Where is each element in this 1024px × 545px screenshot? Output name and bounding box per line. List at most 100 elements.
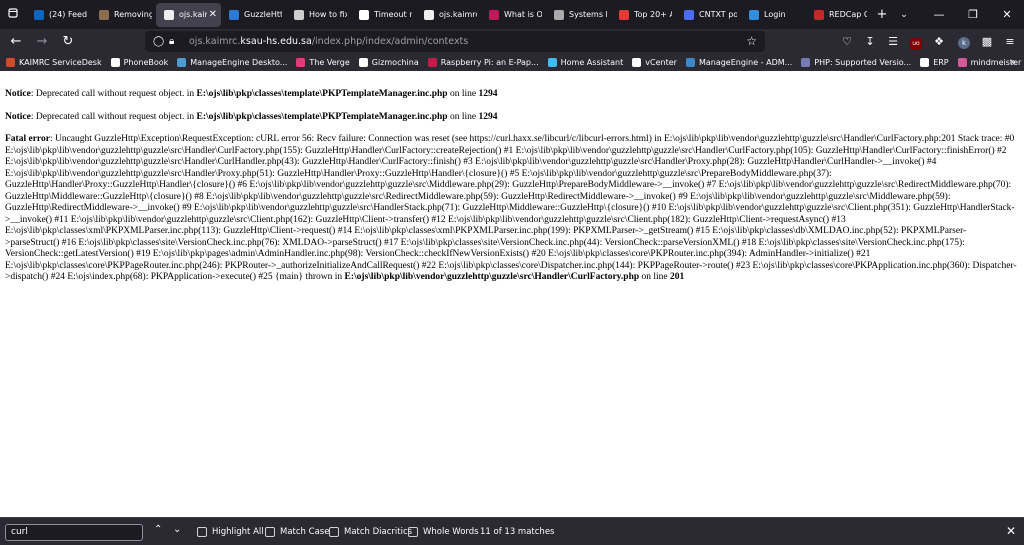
bookmark-favicon-icon xyxy=(547,58,557,67)
tab-label: (24) Feed | xyxy=(49,10,87,19)
forward-icon[interactable]: → xyxy=(29,34,55,49)
bookmark-favicon-icon xyxy=(296,58,306,67)
tab-label: Systems In xyxy=(569,10,607,19)
bookmark-item[interactable]: ERP xyxy=(920,58,949,67)
bookmark-item[interactable]: PHP: Supported Versio... xyxy=(801,58,911,67)
match-count: 11 of 13 matches xyxy=(480,527,555,537)
bookmark-item[interactable]: vCenter xyxy=(632,58,677,67)
bookmark-label: PhoneBook xyxy=(123,58,169,67)
bookmark-favicon-icon xyxy=(427,58,437,67)
extensions-puzzle-icon[interactable]: ▩ xyxy=(978,33,996,51)
ublock-icon[interactable]: uo xyxy=(907,33,925,51)
tab[interactable]: (24) Feed | xyxy=(26,0,91,29)
bookmark-item[interactable]: PhoneBook xyxy=(110,58,169,67)
navigation-toolbar: ← → ↻ ◯ 🔒︎ ojs.kaimrc.ksau-hs.edu.sa/ind… xyxy=(0,29,1024,54)
match-case-checkbox[interactable]: Match Case xyxy=(265,527,329,537)
lock-icon[interactable]: 🔒︎ xyxy=(169,36,183,47)
account-icon[interactable]: k xyxy=(955,33,973,51)
find-input[interactable]: curl xyxy=(5,524,143,541)
tab[interactable]: REDCap C xyxy=(806,0,871,29)
shield-icon[interactable]: ◯ xyxy=(153,36,167,47)
close-find-bar-icon[interactable]: ✕ xyxy=(1006,524,1016,538)
bookmark-label: Home Assistant xyxy=(560,58,624,67)
tab-label: Removing xyxy=(114,10,152,19)
find-next-icon[interactable]: ⌄ xyxy=(173,524,181,535)
close-window-icon[interactable]: ✕ xyxy=(990,0,1024,29)
tab[interactable]: How to fix xyxy=(286,0,351,29)
bookmark-label: The Verge xyxy=(309,58,350,67)
url-text[interactable]: ojs.kaimrc.ksau-hs.edu.sa/index.php/inde… xyxy=(189,36,468,47)
pocket-icon[interactable]: ♡ xyxy=(838,33,856,51)
page-content: Notice: Deprecated call without request … xyxy=(0,71,1024,517)
address-bar[interactable]: ◯ 🔒︎ ojs.kaimrc.ksau-hs.edu.sa/index.php… xyxy=(145,31,765,52)
list-all-tabs-icon[interactable] xyxy=(0,7,26,22)
checkbox-box[interactable] xyxy=(197,527,207,537)
tab[interactable]: Login xyxy=(741,0,806,29)
code-icon xyxy=(229,9,239,20)
match-diacritics-checkbox[interactable]: Match Diacritics xyxy=(329,527,412,537)
checkbox-box[interactable] xyxy=(408,527,418,537)
bookmark-item[interactable]: Home Assistant xyxy=(547,58,624,67)
bookmark-star-icon[interactable]: ☆ xyxy=(746,34,757,48)
tab-label: Top 20+ Al xyxy=(634,10,672,19)
bookmark-label: Gizmochina xyxy=(371,58,419,67)
checkbox-box[interactable] xyxy=(329,527,339,537)
bird-icon xyxy=(294,9,304,20)
tab[interactable]: Removing xyxy=(91,0,156,29)
close-tab-icon[interactable]: ✕ xyxy=(209,9,217,20)
tab[interactable]: GuzzleHttp xyxy=(221,0,286,29)
whole-words-checkbox[interactable]: Whole Words xyxy=(408,527,479,537)
tab[interactable]: ojs.kaimrc✕ xyxy=(156,2,221,27)
cntxt-icon xyxy=(684,9,694,20)
highlight-all-checkbox[interactable]: Highlight All xyxy=(197,527,264,537)
tab-label: REDCap C xyxy=(829,10,867,19)
bookmark-favicon-icon xyxy=(920,58,930,67)
restore-icon[interactable]: ❐ xyxy=(956,0,990,29)
avatar-icon xyxy=(99,9,109,20)
bookmark-favicon-icon xyxy=(110,58,120,67)
tab-label: Login xyxy=(764,10,786,19)
bookmark-label: Raspberry Pi: an E-Pap... xyxy=(440,58,539,67)
tab[interactable]: Top 20+ Al xyxy=(611,0,676,29)
find-previous-icon[interactable]: ⌃ xyxy=(154,524,162,535)
bookmark-item[interactable]: KAIMRC ServiceDesk xyxy=(6,58,102,67)
menu-icon[interactable]: ≡ xyxy=(1001,33,1019,51)
bookmark-favicon-icon xyxy=(358,58,368,67)
tab-label: CNTXT por xyxy=(699,10,737,19)
bookmark-item[interactable]: ManageEngine Deskto... xyxy=(177,58,287,67)
library-icon[interactable]: ☰ xyxy=(884,33,902,51)
tab-label: What is OJ xyxy=(504,10,542,19)
redcap-icon xyxy=(814,9,824,20)
extension-icon[interactable]: ❖ xyxy=(930,33,948,51)
new-tab-icon[interactable]: + xyxy=(871,7,893,22)
bookmark-item[interactable]: ManageEngine - ADM... xyxy=(685,58,792,67)
pkp-icon xyxy=(164,9,174,20)
tab[interactable]: What is OJ xyxy=(481,0,546,29)
downloads-icon[interactable]: ↧ xyxy=(861,33,879,51)
bookmark-favicon-icon xyxy=(177,58,187,67)
tab-label: ojs.kaimrc xyxy=(439,10,477,19)
find-bar: curl ⌃ ⌄ Highlight All Match Case Match … xyxy=(0,517,1024,545)
tab-label: How to fix xyxy=(309,10,347,19)
checkbox-box[interactable] xyxy=(265,527,275,537)
tab[interactable]: CNTXT por xyxy=(676,0,741,29)
notice-message: Notice: Deprecated call without request … xyxy=(5,89,498,99)
tab-label: Timeout n xyxy=(374,10,412,19)
notice-message: Notice: Deprecated call without request … xyxy=(5,111,498,122)
tab-label: ojs.kaimrc xyxy=(179,10,207,19)
bookmark-favicon-icon xyxy=(632,58,642,67)
bookmark-item[interactable]: Gizmochina xyxy=(358,58,419,67)
tab[interactable]: ojs.kaimrc xyxy=(416,0,481,29)
bookmark-item[interactable]: The Verge xyxy=(296,58,350,67)
tab[interactable]: Timeout n xyxy=(351,0,416,29)
back-icon[interactable]: ← xyxy=(3,34,29,49)
tab[interactable]: Systems In xyxy=(546,0,611,29)
cloud-icon xyxy=(749,9,759,20)
reload-icon[interactable]: ↻ xyxy=(55,34,81,49)
fatal-error-message: Fatal error: Uncaught GuzzleHttp\Excepti… xyxy=(5,134,1017,282)
minimize-icon[interactable]: — xyxy=(922,0,956,29)
pkp-icon xyxy=(424,9,434,20)
bookmark-item[interactable]: Raspberry Pi: an E-Pap... xyxy=(427,58,539,67)
more-bookmarks-icon[interactable]: » xyxy=(1010,54,1016,71)
chevron-down-icon[interactable]: ⌄ xyxy=(893,10,915,20)
